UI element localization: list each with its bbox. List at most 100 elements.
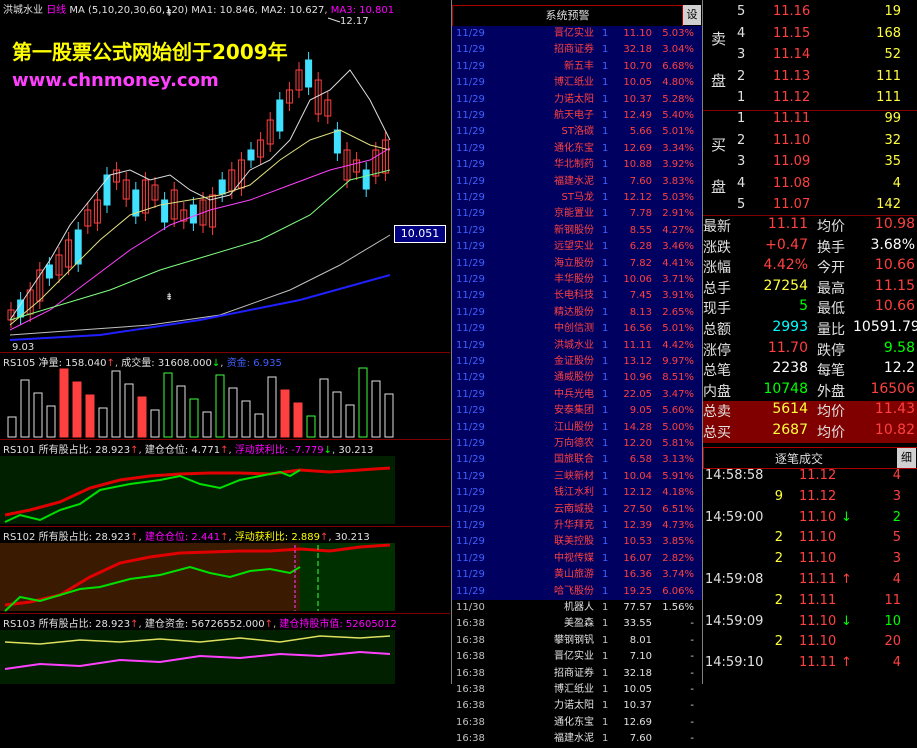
alert-count: 1 <box>602 224 609 236</box>
alert-row[interactable]: 11/29 招商证券 1 32.18 3.04% <box>452 42 702 59</box>
alert-row[interactable]: 11/29 洪城水业 1 11.11 4.42% <box>452 337 702 354</box>
alert-row[interactable]: 16:38 力诺太阳 1 10.37 - <box>452 698 702 714</box>
sell-level[interactable]: 3 11.14 52 <box>703 47 917 68</box>
alert-row[interactable]: 11/29 安泰集团 1 9.05 5.60% <box>452 403 702 420</box>
alert-date: 11/29 <box>456 159 485 171</box>
alerts-panel[interactable]: 系统预警 设 11/29 晋亿实业 1 11.10 5.03% 11/29 招商证券 1 32.… <box>451 0 702 744</box>
alert-row[interactable]: 11/30 机器人 1 77.57 1.56% <box>452 600 702 616</box>
chart-area[interactable]: 洪城水业 日线 MA (5,10,20,30,60,120) MA1: 10.8… <box>0 0 450 684</box>
rs105-panel[interactable]: RS105 净量: 158.040↑, 成交量: 31608.000↓, 资金:… <box>0 353 450 440</box>
alert-row[interactable]: 11/29 力诺太阳 1 10.37 5.28% <box>452 91 702 108</box>
alert-row[interactable]: 16:38 博汇纸业 1 10.05 - <box>452 682 702 698</box>
alert-pct: - <box>690 667 694 679</box>
candle-body <box>74 229 82 265</box>
sell-level[interactable]: 2 11.13 111 <box>703 69 917 90</box>
alert-date: 11/29 <box>456 405 485 417</box>
sell-level[interactable]: 1 11.12 111 <box>703 90 917 111</box>
alert-row[interactable]: 11/29 金证股份 1 13.12 9.97% <box>452 354 702 371</box>
alert-date: 11/29 <box>456 110 485 121</box>
alert-row[interactable]: 11/29 丰华股份 1 10.06 3.71% <box>452 272 702 289</box>
candle-body <box>218 179 226 195</box>
alert-count: 1 <box>602 372 609 384</box>
rs103-chart <box>0 630 395 684</box>
alert-row[interactable]: 11/29 万向德农 1 12.20 5.81% <box>452 436 702 453</box>
alert-pct: - <box>690 651 694 663</box>
alert-row[interactable]: 11/29 通化东宝 1 12.69 3.34% <box>452 140 702 158</box>
trade-row: 2 11.10 20 <box>703 634 916 655</box>
alert-row[interactable]: 16:38 美盈森 1 33.55 - <box>452 616 702 632</box>
trade-volume: 4 <box>892 468 901 483</box>
alert-row[interactable]: 11/29 钱江水利 1 12.12 4.18% <box>452 485 702 502</box>
alert-count: 1 <box>602 503 609 515</box>
quote-pane[interactable]: 5 11.16 19 4 11.15 168 3 11.14 52 2 11.13 111 1 11.12… <box>702 0 917 684</box>
buy-level[interactable]: 1 11.11 99 <box>703 111 917 132</box>
alert-date: 11/29 <box>456 274 485 285</box>
alert-row[interactable]: 11/29 新五丰 1 10.70 6.68% <box>452 58 702 76</box>
alert-stock: 机器人 <box>564 602 594 613</box>
stat-label: 总笔 <box>703 363 731 380</box>
level-volume: 111 <box>876 68 901 84</box>
alert-row[interactable]: 11/29 博汇纸业 1 10.05 4.80% <box>452 75 702 92</box>
alert-row[interactable]: 16:38 攀钢钢钒 1 8.01 - <box>452 633 702 649</box>
alert-date: 11/29 <box>456 356 485 367</box>
alert-row[interactable]: 11/29 ST马龙 1 12.12 5.03% <box>452 190 702 207</box>
stat-value: 2993 <box>772 319 808 335</box>
alert-row[interactable]: 11/29 长电科技 1 7.45 3.91% <box>452 288 702 305</box>
alert-row[interactable]: 11/29 晋亿实业 1 11.10 5.03% <box>452 26 702 43</box>
trade-price: 11.10 <box>799 613 837 629</box>
alert-count: 1 <box>602 44 609 56</box>
alert-row[interactable]: 16:38 通化东宝 1 12.69 - <box>452 715 702 731</box>
alert-row[interactable]: 11/29 华北制药 1 10.88 3.92% <box>452 157 702 174</box>
rs102-panel[interactable]: RS102 所有股占比: 28.923↑, 建仓仓位: 2.441↑, 浮动获利… <box>0 527 450 614</box>
kline-panel[interactable]: 洪城水业 日线 MA (5,10,20,30,60,120) MA1: 10.8… <box>0 0 450 353</box>
alert-count: 1 <box>602 60 609 72</box>
buy-level[interactable]: 3 11.09 35 <box>703 154 917 175</box>
rs103-panel[interactable]: RS103 所有股占比: 28.923↑, 建仓资金: 56726552.000… <box>0 614 450 684</box>
stat-value: 5 <box>799 298 808 315</box>
alert-row[interactable]: 16:38 招商证券 1 32.18 - <box>452 666 702 682</box>
sell-level[interactable]: 5 11.16 19 <box>703 4 917 25</box>
alert-row[interactable]: 11/29 三峡新材 1 10.04 5.91% <box>452 468 702 486</box>
alert-stock: 晋亿实业 <box>554 28 594 39</box>
stat-label: 内盘 <box>703 383 731 400</box>
stat-label: 最新 <box>703 219 731 235</box>
alert-row[interactable]: 11/29 海立股份 1 7.82 4.41% <box>452 255 702 272</box>
alert-date: 11/29 <box>456 93 485 105</box>
alert-row[interactable]: 16:38 福建水泥 1 7.60 - <box>452 731 702 747</box>
alert-row[interactable]: 11/29 中兵光电 1 22.05 3.47% <box>452 386 702 404</box>
volume-bar <box>124 383 134 438</box>
alert-row[interactable]: 11/29 江山股份 1 14.28 5.00% <box>452 419 702 436</box>
level-index: 5 <box>737 4 746 19</box>
buy-level[interactable]: 4 11.08 4 <box>703 176 917 197</box>
trades-header: 逐笔成交 细 <box>703 447 917 469</box>
buy-level[interactable]: 2 11.10 32 <box>703 133 917 154</box>
alert-row[interactable]: 11/29 远望实业 1 6.28 3.46% <box>452 239 702 256</box>
alert-count: 1 <box>602 470 609 482</box>
alert-row[interactable]: 11/29 福建水泥 1 7.60 3.83% <box>452 173 702 190</box>
alert-pct: - <box>690 618 694 630</box>
alert-row[interactable]: 16:38 晋亿实业 1 7.10 - <box>452 649 702 665</box>
alert-row[interactable]: 11/29 中视传媒 1 16.07 2.82% <box>452 550 702 568</box>
alert-row[interactable]: 11/29 ST洛碳 1 5.66 5.01% <box>452 124 702 141</box>
rs101-panel[interactable]: RS101 所有股占比: 28.923↑, 建仓仓位: 4.771↑, 浮动获利… <box>0 440 450 527</box>
alerts-settings-button[interactable]: 设 <box>683 5 701 25</box>
alert-row[interactable]: 11/29 国旅联合 1 6.58 3.13% <box>452 452 702 469</box>
alert-row[interactable]: 11/29 新钢股份 1 8.55 4.27% <box>452 222 702 240</box>
alert-row[interactable]: 11/29 中创信测 1 16.56 5.01% <box>452 321 702 338</box>
volume-bar <box>306 415 316 438</box>
trades-detail-button[interactable]: 细 <box>897 448 916 468</box>
trade-price: 11.10 <box>799 509 837 525</box>
alert-row[interactable]: 11/29 京能置业 1 7.78 2.91% <box>452 206 702 223</box>
alert-row[interactable]: 11/29 云南城投 1 27.50 6.51% <box>452 501 702 518</box>
alert-row[interactable]: 11/29 哈飞股份 1 19.25 6.06% <box>452 583 702 600</box>
rs102-chart <box>0 543 395 612</box>
alert-row[interactable]: 11/29 航天电子 1 12.49 5.40% <box>452 108 702 125</box>
alert-row[interactable]: 11/29 升华拜克 1 12.39 4.73% <box>452 518 702 535</box>
alert-price: 10.70 <box>623 60 652 72</box>
alert-row[interactable]: 11/29 黄山旅游 1 16.36 3.74% <box>452 567 702 584</box>
alert-row[interactable]: 11/29 联美控股 1 10.53 3.85% <box>452 534 702 551</box>
sell-level[interactable]: 4 11.15 168 <box>703 26 917 47</box>
alert-row[interactable]: 11/29 通威股份 1 10.96 8.51% <box>452 370 702 387</box>
alert-row[interactable]: 11/29 精达股份 1 8.13 2.65% <box>452 304 702 322</box>
alert-count: 1 <box>602 618 609 630</box>
